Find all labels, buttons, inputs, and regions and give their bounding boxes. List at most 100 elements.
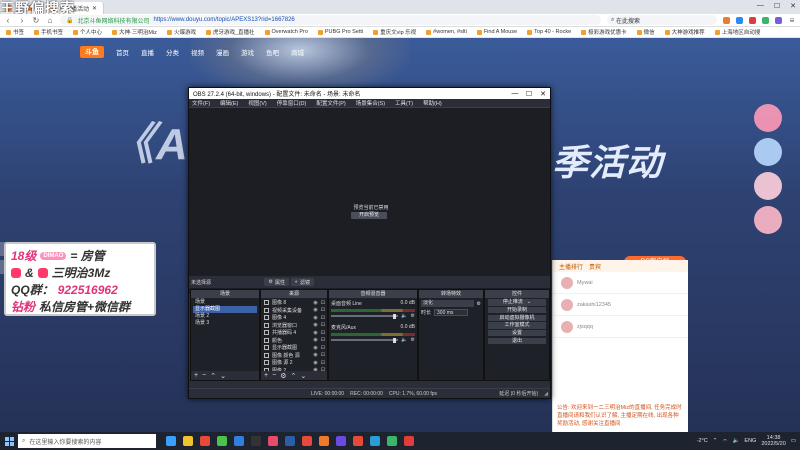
lock-icon[interactable]: ⊡ <box>321 307 325 313</box>
weather-text[interactable]: -2°C <box>697 438 708 444</box>
start-button[interactable] <box>0 432 18 450</box>
app-icon[interactable] <box>370 436 380 446</box>
extension-icon[interactable] <box>723 16 730 24</box>
obs-menu-item[interactable]: 文件(F) <box>192 99 210 107</box>
obs-menu-item[interactable]: 停靠窗口(D) <box>277 99 307 107</box>
obs-menu-item[interactable]: 编辑(E) <box>220 99 238 107</box>
app-icon[interactable] <box>200 436 210 446</box>
bookmark-item[interactable]: Overwatch Pro <box>264 29 308 35</box>
site-nav-item[interactable]: 视频 <box>191 47 204 57</box>
add-icon[interactable]: + <box>194 372 198 379</box>
language-indicator[interactable]: ENG <box>744 438 756 444</box>
lock-icon[interactable]: ⊡ <box>321 330 325 336</box>
scene-item[interactable]: 显示器截图 <box>193 306 257 313</box>
control-button[interactable]: 启动虚拟摄像机 <box>488 314 546 322</box>
list-item[interactable]: zakashi12345 <box>553 294 688 316</box>
bookmark-item[interactable]: 大神游戏推荐 <box>664 28 705 36</box>
steam-icon[interactable] <box>285 436 295 446</box>
move-up-icon[interactable]: ⌃ <box>210 372 216 380</box>
move-up-icon[interactable]: ⌃ <box>290 372 296 380</box>
extension-icon[interactable] <box>775 16 782 24</box>
site-nav-item[interactable]: 游戏 <box>241 47 254 57</box>
scene-item[interactable]: 场景 2 <box>193 313 257 320</box>
lock-icon[interactable]: ⊡ <box>321 345 325 351</box>
taskbar-search-input[interactable]: ⌕ 在这里输入你要搜索的内容 <box>18 434 156 448</box>
remove-icon[interactable]: − <box>272 372 276 379</box>
transition-select[interactable]: 淡化 <box>421 300 474 307</box>
maximize-icon[interactable]: ☐ <box>774 2 780 10</box>
site-nav-item[interactable]: 商城 <box>291 47 304 57</box>
enable-preview-button[interactable]: 开启预览 <box>351 212 387 219</box>
source-item[interactable]: 颜色 ◉ ⊡ <box>263 337 325 345</box>
remove-icon[interactable]: − <box>202 372 206 379</box>
gear-icon[interactable]: ⚙ <box>280 372 286 380</box>
site-nav-item[interactable]: 直播 <box>141 47 154 57</box>
close-icon[interactable]: ✕ <box>790 2 796 10</box>
bookmark-item[interactable]: PUBG Pro Setti <box>317 29 363 35</box>
app-icon[interactable] <box>387 436 397 446</box>
speaker-icon[interactable]: 🔈 <box>401 313 407 319</box>
gear-icon[interactable]: ⚙ <box>411 313 415 319</box>
app-icon[interactable] <box>234 436 244 446</box>
volume-slider[interactable] <box>331 337 399 343</box>
app-icon[interactable] <box>319 436 329 446</box>
speaker-icon[interactable]: 🔈 <box>401 337 407 343</box>
visibility-eye-icon[interactable]: ◉ <box>313 337 317 343</box>
resize-grip-icon[interactable]: ◢ <box>544 391 548 397</box>
app-icon[interactable] <box>302 436 312 446</box>
lock-icon[interactable]: ⊡ <box>321 315 325 321</box>
browser-search-input[interactable]: ⌕ 在此搜索 <box>607 15 717 25</box>
control-button[interactable]: 停止推流 ⌄ <box>488 299 546 306</box>
source-item[interactable]: 图像 4 ◉ ⊡ <box>263 314 325 322</box>
site-nav-item[interactable]: 分类 <box>166 47 179 57</box>
app-icon[interactable] <box>268 436 278 446</box>
tab-rank[interactable]: 主播排行 <box>559 262 583 271</box>
slider-handle[interactable] <box>392 313 396 319</box>
lock-icon[interactable]: ⊡ <box>321 300 325 306</box>
scene-item[interactable]: 场景 3 <box>193 320 257 327</box>
move-down-icon[interactable]: ⌄ <box>300 372 306 380</box>
visibility-eye-icon[interactable]: ◉ <box>313 315 317 321</box>
extension-icon[interactable] <box>762 16 769 24</box>
visibility-eye-icon[interactable]: ◉ <box>313 352 317 358</box>
add-icon[interactable]: + <box>264 372 268 379</box>
app-icon[interactable] <box>336 436 346 446</box>
lock-icon[interactable]: ⊡ <box>321 337 325 343</box>
lock-icon[interactable]: ⊡ <box>321 352 325 358</box>
edge-icon[interactable] <box>166 436 176 446</box>
obs-menu-item[interactable]: 工具(T) <box>395 99 413 107</box>
scene-item[interactable]: 场景 <box>193 299 257 306</box>
source-item[interactable]: 共播器码 4 ◉ ⊡ <box>263 329 325 337</box>
minimize-icon[interactable]: — <box>757 2 764 10</box>
site-logo[interactable]: 斗鱼 <box>80 46 104 58</box>
bookmark-item[interactable]: 极彩游戏优惠卡 <box>581 28 627 36</box>
lock-icon[interactable]: ⊡ <box>321 360 325 366</box>
control-button[interactable]: 退出 <box>488 337 546 345</box>
url-input[interactable]: 🔒 北京斗鱼网络科技有限公司 https://www.douyu.com/top… <box>60 15 601 25</box>
extension-icon[interactable] <box>749 16 756 24</box>
filters-button[interactable]: ◐ 滤镜 <box>290 278 314 286</box>
tab-close-icon[interactable]: ✕ <box>92 5 97 12</box>
promo-badge-icon[interactable] <box>754 172 782 200</box>
bookmark-item[interactable]: 重庆文vip 乐视 <box>373 28 416 36</box>
bookmark-item[interactable]: 上海地区自动搜 <box>714 28 760 36</box>
extension-icon[interactable] <box>736 16 743 24</box>
tab-vip[interactable]: 贵宾 <box>589 262 601 271</box>
source-item[interactable]: 图像 颜色 源 ◉ ⊡ <box>263 352 325 360</box>
bookmark-item[interactable]: Top 40 - Rocke <box>527 29 571 35</box>
control-button[interactable]: 工作室模式 <box>488 322 546 329</box>
duration-input[interactable]: 300 ms <box>434 309 469 316</box>
obs-menu-item[interactable]: 帮助(H) <box>423 99 442 107</box>
promo-badge-icon[interactable] <box>754 138 782 166</box>
menu-icon[interactable]: ≡ <box>788 16 796 25</box>
home-icon[interactable]: ⌂ <box>46 16 54 25</box>
visibility-eye-icon[interactable]: ◉ <box>313 300 317 306</box>
close-icon[interactable]: ✕ <box>536 90 550 98</box>
volume-icon[interactable]: 🔈 <box>733 438 740 444</box>
list-item[interactable]: Mywai <box>553 272 688 294</box>
slider-handle[interactable] <box>392 337 396 343</box>
tray-chevron-icon[interactable]: ⌃ <box>713 438 718 444</box>
site-nav-item[interactable]: 首页 <box>116 47 129 57</box>
obs-icon[interactable] <box>251 436 261 446</box>
obs-menu-item[interactable]: 视图(V) <box>248 99 266 107</box>
